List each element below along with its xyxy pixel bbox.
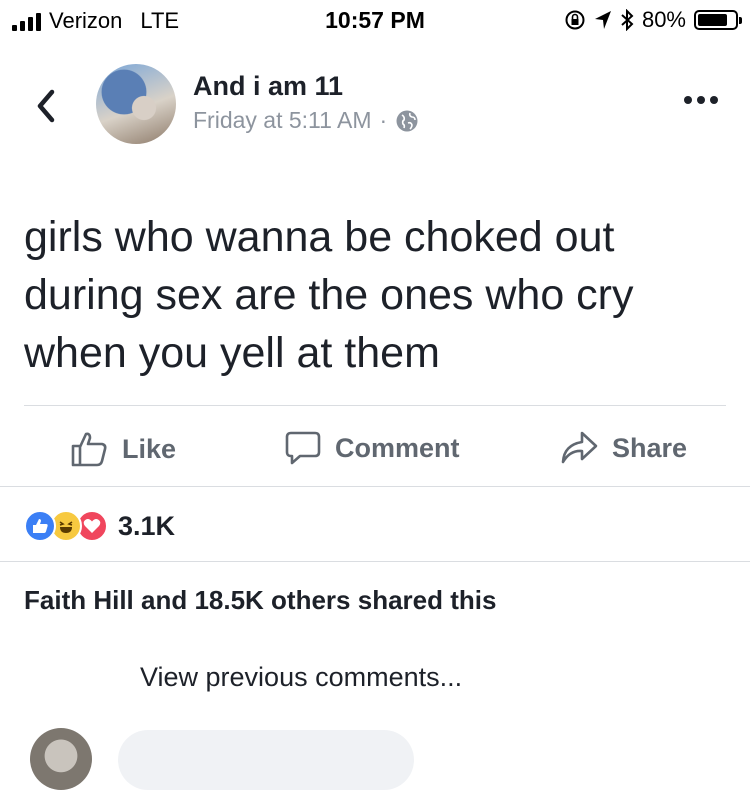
status-right: 80%: [564, 7, 742, 33]
like-button[interactable]: Like: [70, 430, 176, 468]
shares-summary[interactable]: Faith Hill and 18.5K others shared this: [24, 585, 496, 616]
bluetooth-icon: [621, 9, 634, 31]
battery-percent: 80%: [641, 7, 686, 32]
reactions-summary[interactable]: 3.1K: [24, 510, 175, 542]
globe-icon: [396, 110, 418, 131]
post-text-line: when you yell at them: [24, 329, 440, 377]
share-label: Share: [612, 432, 688, 463]
post-meta: Friday at 5:11 AM ·: [193, 107, 419, 134]
battery-icon: [694, 10, 742, 30]
comment-icon: [285, 431, 321, 465]
like-reaction-icon: [24, 510, 56, 542]
divider: [0, 486, 750, 487]
comment-bubble[interactable]: [118, 730, 414, 790]
post-text-line: girls who wanna be choked out: [24, 213, 615, 261]
view-previous-comments-link[interactable]: View previous comments...: [140, 662, 462, 693]
post-actions: Like Comment Share: [0, 418, 750, 478]
author-avatar[interactable]: [96, 64, 176, 144]
post-text: girls who wanna be choked out during sex…: [24, 208, 724, 382]
divider: [0, 561, 750, 562]
thumbs-up-icon: [71, 432, 107, 467]
divider: [24, 405, 726, 406]
location-icon: [594, 11, 611, 29]
back-chevron-icon[interactable]: [32, 86, 62, 126]
commenter-avatar[interactable]: [30, 728, 92, 790]
post-timestamp[interactable]: Friday at 5:11 AM: [193, 107, 372, 134]
meta-separator: ·: [379, 107, 388, 133]
comment-button[interactable]: Comment: [285, 430, 460, 466]
post-text-line: during sex are the ones who cry: [24, 271, 634, 319]
more-options-icon[interactable]: [684, 96, 718, 104]
like-label: Like: [122, 433, 177, 464]
rotation-lock-icon: [565, 10, 585, 30]
author-name[interactable]: And i am 11: [193, 71, 343, 102]
share-arrow-icon: [561, 431, 598, 464]
comment-label: Comment: [335, 432, 460, 463]
reaction-count: 3.1K: [118, 510, 176, 541]
status-bar: Verizon LTE 10:57 PM 80%: [0, 0, 750, 40]
share-button[interactable]: Share: [560, 430, 687, 466]
